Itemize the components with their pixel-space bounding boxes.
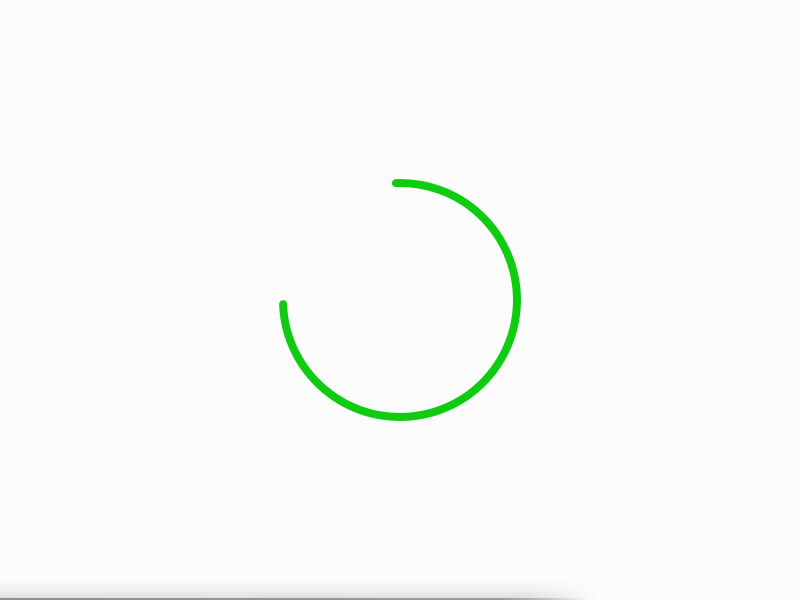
bottom-edge-shadow <box>0 578 600 600</box>
loading-screen <box>0 0 800 600</box>
loading-spinner-icon <box>279 179 521 421</box>
spinner-arc <box>279 179 521 421</box>
